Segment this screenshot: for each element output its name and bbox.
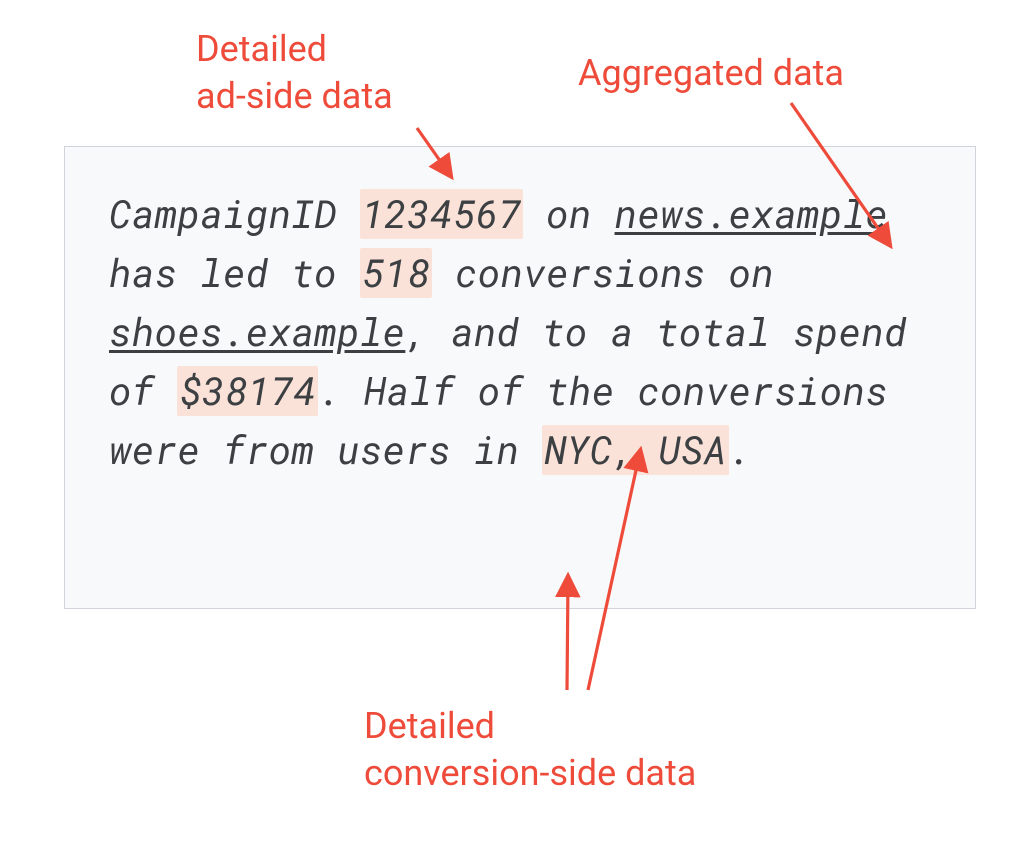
annotation-conversion-side: Detailed conversion-side data [364, 703, 696, 797]
annotation-aggregated: Aggregated data [578, 50, 844, 97]
text-fragment: on [523, 189, 614, 239]
diagram-stage: Detailed ad-side data Aggregated data Ca… [0, 0, 1036, 856]
highlight-spend: $38174 [177, 366, 318, 416]
example-text: CampaignID 1234567 on news.example has l… [109, 185, 931, 479]
text-fragment: . [729, 425, 752, 475]
link-advertiser-site: shoes.example [109, 307, 405, 357]
annotation-ad-side: Detailed ad-side data [196, 26, 393, 120]
text-fragment: CampaignID [109, 189, 360, 239]
text-fragment: conversions on [432, 248, 774, 298]
link-publisher-site: news.example [615, 189, 889, 239]
text-fragment: has led to [109, 248, 360, 298]
highlight-conversions: 518 [360, 248, 432, 298]
example-box: CampaignID 1234567 on news.example has l… [64, 146, 976, 609]
highlight-location: NYC, USA [542, 425, 728, 475]
highlight-campaign-id: 1234567 [360, 189, 524, 239]
